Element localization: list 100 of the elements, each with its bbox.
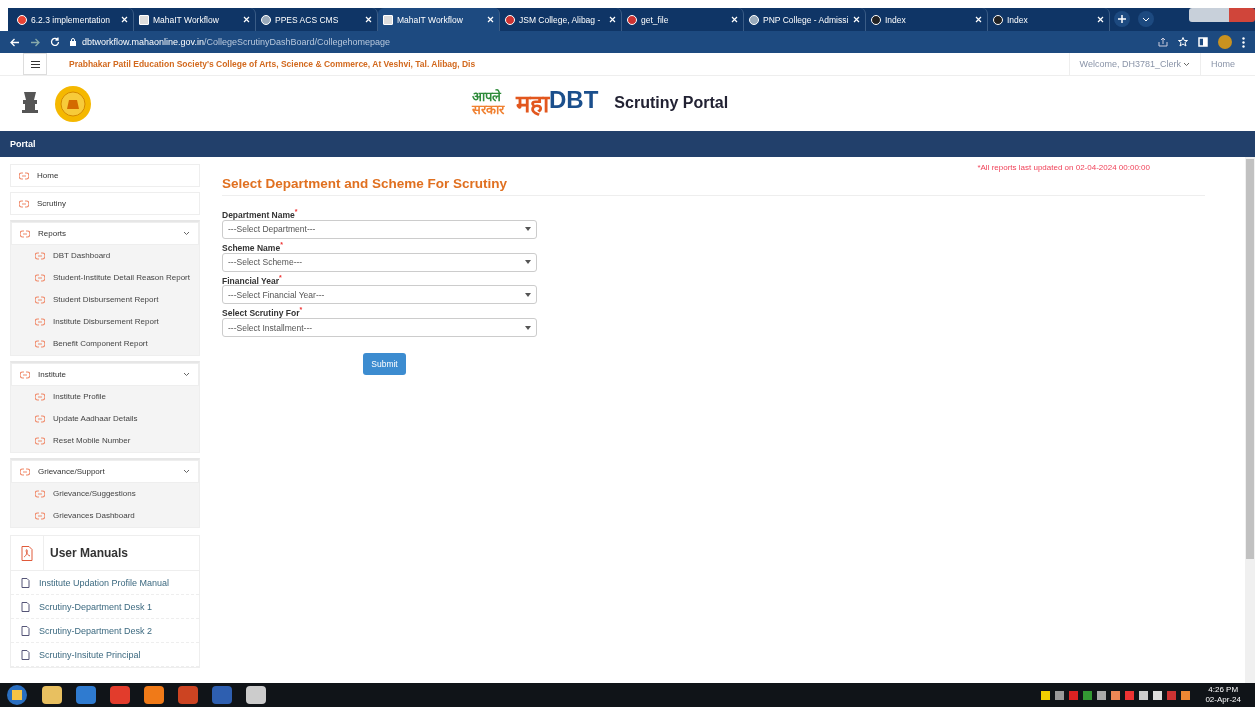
reload-icon[interactable] — [50, 37, 60, 47]
sidebar-subitem[interactable]: Institute Disbursement Report — [11, 311, 199, 333]
sidebar-subitem[interactable]: DBT Dashboard — [11, 245, 199, 267]
browser-tab[interactable]: MahaIT Workflow — [378, 8, 500, 31]
favicon-icon — [383, 14, 393, 25]
favicon-icon — [17, 14, 27, 25]
back-icon[interactable] — [10, 37, 20, 47]
link-icon — [35, 274, 45, 282]
start-icon[interactable] — [6, 684, 28, 706]
chevron-icon — [183, 372, 190, 377]
menu-icon[interactable] — [1242, 36, 1245, 48]
sidebar-subitem[interactable]: Grievance/Suggestions — [11, 483, 199, 505]
chevron-icon — [1142, 16, 1150, 22]
document-icon — [21, 601, 30, 612]
aaple-sarkar-logo: आपले सरकार — [472, 89, 504, 116]
link-icon — [35, 340, 45, 348]
star-icon[interactable] — [1178, 37, 1188, 47]
dropdown-icon — [525, 325, 531, 330]
sidebar-subitem[interactable]: Student Disbursement Report — [11, 289, 199, 311]
sidebar-subitem[interactable]: Grievances Dashboard — [11, 505, 199, 527]
taskbar-app-icon[interactable] — [42, 686, 62, 704]
sidebar-subitem[interactable]: Reset Mobile Number — [11, 430, 199, 452]
seal-icon — [54, 84, 92, 123]
link-icon — [35, 415, 45, 423]
sidebar-group-header[interactable]: Institute — [11, 363, 199, 386]
close-icon[interactable] — [243, 16, 250, 23]
manual-link[interactable]: Scrutiny-Insitute Principal — [11, 643, 199, 667]
manual-link[interactable]: Scrutiny-Department Desk 2 — [11, 619, 199, 643]
tab-list-button[interactable] — [1138, 11, 1154, 27]
link-icon — [20, 370, 30, 379]
mahadbt-logo: महाDBT — [516, 86, 599, 119]
close-icon[interactable] — [975, 16, 982, 23]
favicon-icon — [871, 14, 881, 25]
link-icon — [35, 512, 45, 520]
sidebar-subitem[interactable]: Benefit Component Report — [11, 333, 199, 355]
sidebar-item[interactable]: Home — [10, 164, 200, 187]
link-icon — [19, 199, 29, 208]
page-title: Select Department and Scheme For Scrutiny — [222, 176, 1205, 196]
link-icon — [20, 229, 30, 238]
select-field[interactable]: ---Select Financial Year--- — [222, 285, 537, 305]
field-label: Department Name$^{*}$ — [222, 208, 299, 220]
taskbar-app-icon[interactable] — [144, 686, 164, 704]
sidebar-item[interactable]: Scrutiny — [10, 192, 200, 215]
menu-button[interactable] — [23, 53, 47, 75]
taskbar-app-icon[interactable] — [76, 686, 96, 704]
favicon-icon — [749, 14, 759, 25]
favicon-icon — [505, 14, 515, 25]
close-icon[interactable] — [853, 16, 860, 23]
chevron-icon — [183, 231, 190, 236]
forward-icon[interactable] — [30, 37, 40, 47]
field-label: Financial Year$^{*}$ — [222, 273, 283, 286]
college-name: Prabhakar Patil Education Society's College of Arts, Science & Commerce, At Veshvi, Tal. Alibag, Dis — [69, 59, 477, 69]
new-tab-button[interactable] — [1114, 11, 1130, 27]
dropdown-icon — [525, 227, 531, 232]
sidebar-group-header[interactable]: Reports — [11, 222, 199, 245]
scrollbar[interactable] — [1245, 157, 1255, 683]
link-icon — [35, 393, 45, 401]
select-field[interactable]: ---Select Scheme--- — [222, 252, 537, 272]
link-icon — [35, 437, 45, 445]
window-controls[interactable] — [1189, 8, 1255, 22]
sidebar-subitem[interactable]: Student-Institute Detail Reason Report — [11, 267, 199, 289]
sidebar-subitem[interactable]: Institute Profile — [11, 386, 199, 408]
sidebar-icon[interactable] — [1198, 37, 1208, 47]
close-icon[interactable] — [487, 16, 494, 23]
share-icon[interactable] — [1158, 37, 1168, 47]
user-manuals-title: User Manuals — [50, 546, 129, 560]
document-icon — [21, 577, 30, 588]
link-icon — [35, 318, 45, 326]
clock[interactable]: 4:26 PM 02-Apr-24 — [1205, 685, 1241, 705]
manual-link[interactable]: Institute Updation Profile Manual — [11, 571, 199, 595]
favicon-icon — [627, 14, 637, 25]
close-icon[interactable] — [731, 16, 738, 23]
sidebar-group-header[interactable]: Grievance/Support — [11, 460, 199, 483]
select-field[interactable]: ---Select Installment--- — [222, 318, 537, 338]
chevron-icon — [1183, 61, 1190, 67]
taskbar-app-icon[interactable] — [178, 686, 198, 704]
close-icon[interactable] — [609, 16, 616, 23]
field-label: Select Scrutiny For$^{*}$ — [222, 306, 304, 319]
dropdown-icon — [525, 293, 531, 297]
taskbar-app-icon[interactable] — [110, 686, 130, 704]
document-icon — [21, 649, 30, 660]
plus-icon — [1118, 15, 1126, 23]
update-notice: *All reports last updated on 02-04-2024 00:00:00 — [977, 163, 1150, 172]
taskbar-app-icon[interactable] — [246, 686, 266, 704]
close-icon[interactable] — [121, 16, 128, 23]
link-icon — [35, 490, 45, 498]
menu-icon — [30, 60, 40, 68]
dropdown-icon — [525, 260, 531, 265]
field-label: Scheme Name$^{*}$ — [222, 240, 284, 253]
submit-button[interactable]: Submit — [363, 353, 406, 376]
sidebar-subitem[interactable]: Update Aadhaar Details — [11, 408, 199, 430]
close-icon[interactable] — [365, 16, 372, 23]
avatar-icon[interactable] — [1218, 35, 1232, 49]
manual-link[interactable]: Scrutiny-Department Desk 1 — [11, 595, 199, 619]
select-field[interactable]: ---Select Department--- — [222, 219, 537, 239]
close-icon[interactable] — [1097, 16, 1104, 23]
nav-title: Portal — [10, 139, 36, 149]
link-icon — [35, 252, 45, 260]
lock-icon — [70, 38, 76, 46]
document-icon — [21, 625, 30, 636]
